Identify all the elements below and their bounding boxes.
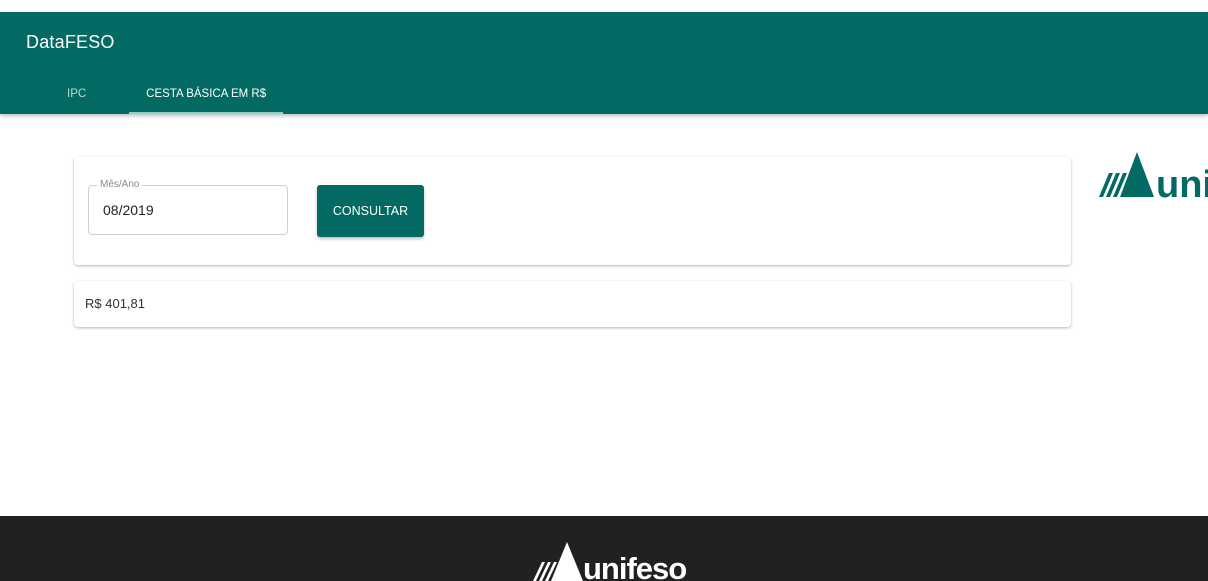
app-bar: DataFESO IPC CESTA BÁSICA EM R$ — [0, 12, 1208, 114]
month-year-field[interactable]: Mês/Ano — [88, 179, 288, 235]
result-value: R$ 401,81 — [85, 296, 145, 311]
footer: unifeso — [0, 516, 1208, 581]
result-card: R$ 401,81 — [74, 281, 1071, 327]
tab-cesta-basica[interactable]: CESTA BÁSICA EM R$ — [129, 74, 284, 114]
tab-bar: IPC CESTA BÁSICA EM R$ — [50, 74, 284, 114]
consultar-button[interactable]: CONSULTAR — [317, 185, 424, 237]
app-title: DataFESO — [26, 32, 115, 52]
footer-logo-text: unifeso — [583, 551, 686, 581]
unifeso-side-logo: uni — [1099, 150, 1208, 200]
month-year-input[interactable] — [90, 187, 286, 233]
query-card: Mês/Ano CONSULTAR — [74, 157, 1071, 265]
unifeso-mountain-logo-icon: uni — [1099, 152, 1208, 200]
unifeso-footer-mountain-icon: unifeso — [533, 542, 687, 581]
unifeso-footer-logo: unifeso — [533, 538, 693, 581]
top-strip — [0, 0, 1208, 12]
tab-ipc[interactable]: IPC — [50, 74, 103, 114]
side-logo-text: uni — [1156, 164, 1208, 200]
